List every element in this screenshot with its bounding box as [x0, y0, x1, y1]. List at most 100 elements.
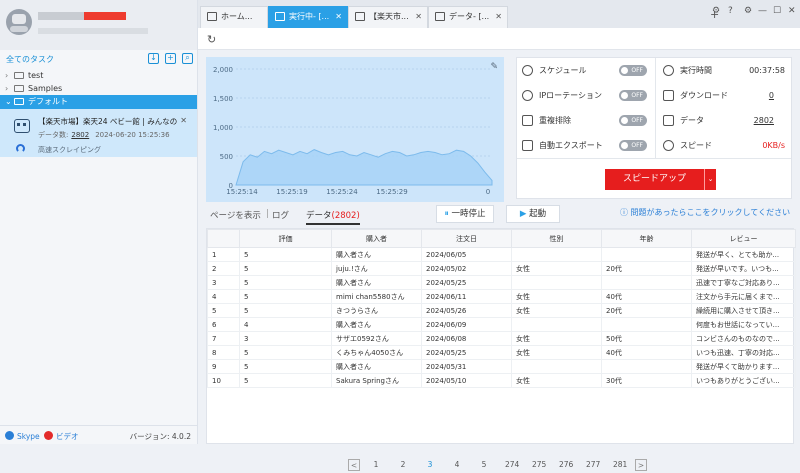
- tab-data[interactable]: データ(2802): [306, 209, 360, 225]
- task-meta: データ数: 2802 2024-06-20 15:25:36: [38, 130, 170, 140]
- help-icon[interactable]: ?: [728, 6, 733, 16]
- schedule-toggle[interactable]: OFF: [619, 65, 647, 76]
- search-task-icon[interactable]: ⌕: [182, 53, 193, 64]
- tree-item-default[interactable]: ⌄ デフォルト: [0, 95, 197, 109]
- table-cell: 女性: [511, 345, 602, 360]
- tab-running[interactable]: 実行中- [... ✕: [268, 6, 348, 28]
- robot-icon: [14, 119, 30, 133]
- table-row[interactable]: 9 5 購入者さん 2024/05/31 発送が早くて助かります...: [207, 359, 796, 374]
- column-header[interactable]: 購入者: [331, 229, 422, 248]
- chevron-down-icon[interactable]: ⌄: [705, 169, 716, 190]
- page-276[interactable]: 276: [559, 459, 573, 471]
- start-button[interactable]: ▶ 起動: [506, 205, 560, 223]
- edit-icon[interactable]: ✎: [490, 62, 498, 72]
- help-label: 問題があったらここをクリックしてください: [630, 208, 791, 217]
- tree-item-samples[interactable]: › Samples: [0, 82, 197, 95]
- table-row[interactable]: 3 5 購入者さん 2024/05/25 迅速で丁寧なご対応あり...: [207, 275, 796, 290]
- chevron-right-icon[interactable]: ›: [5, 69, 8, 82]
- table-row[interactable]: 4 5 mimi chan5580さん 2024/06/11 女性 40代 注文から手元に届…: [207, 289, 796, 304]
- table-row[interactable]: 1 5 購入者さん 2024/06/05 発送が早く、とても助か...: [207, 247, 796, 262]
- download-value[interactable]: 0: [769, 83, 774, 108]
- minimize-icon[interactable]: —: [758, 6, 767, 16]
- home-icon: [207, 12, 217, 21]
- auto-export-toggle[interactable]: OFF: [619, 140, 647, 151]
- new-task-icon[interactable]: +: [165, 53, 176, 64]
- speed-up-button[interactable]: スピードアップ: [605, 169, 705, 190]
- skype-link[interactable]: Skype: [5, 431, 40, 441]
- data-count-label: データ数:: [38, 131, 69, 139]
- schedule-label: スケジュール: [539, 66, 587, 75]
- tab-show-page[interactable]: ページを表示: [210, 209, 261, 221]
- reload-icon[interactable]: ↻: [207, 33, 216, 46]
- data-table: 評価 購入者 注文日 性別 年齢 レビュー 1 5 購入者さん 2024/06/05 発送が早く、…: [207, 229, 796, 388]
- run-time-row: 実行時間 00:37:58: [658, 58, 792, 83]
- table-row[interactable]: 10 5 Sakura Springさん 2024/05/10 女性 30代 いつもありがと…: [207, 373, 796, 388]
- maximize-icon[interactable]: ☐: [773, 6, 781, 16]
- question-icon: ⓘ: [620, 208, 631, 217]
- close-icon[interactable]: ✕: [415, 7, 422, 27]
- page-275[interactable]: 275: [532, 459, 546, 471]
- table-cell: サザエ0592さん: [331, 331, 422, 346]
- table-row[interactable]: 6 4 購入者さん 2024/06/09 何度もお世話になってい...: [207, 317, 796, 332]
- page-4[interactable]: 4: [451, 459, 463, 471]
- help-link[interactable]: ⓘ 問題があったらここをクリックしてください: [620, 207, 790, 218]
- table-row[interactable]: 5 5 きつうらさん 2024/05/26 女性 20代 繰続用に購入させて頂き...: [207, 303, 796, 318]
- dedup-toggle[interactable]: OFF: [619, 115, 647, 126]
- data-chart-icon: [663, 115, 674, 126]
- table-row[interactable]: 7 3 サザエ0592さん 2024/06/08 女性 50代 コンビさんのものなので...: [207, 331, 796, 346]
- tab-log[interactable]: ログ: [272, 209, 289, 221]
- data-value[interactable]: 2802: [754, 108, 774, 133]
- tab-rakuten[interactable]: 【楽天市... ✕: [348, 6, 428, 28]
- page-3[interactable]: 3: [424, 459, 436, 471]
- tab-home[interactable]: ホーム...: [200, 6, 268, 28]
- table-row[interactable]: 2 5 juju.!さん 2024/05/02 女性 20代 発送が早いです。いつも...: [207, 261, 796, 276]
- close-icon[interactable]: ✕: [335, 7, 342, 27]
- column-header[interactable]: 注文日: [421, 229, 512, 248]
- close-icon[interactable]: ✕: [495, 7, 502, 27]
- ip-rotation-row: IPローテーション OFF: [517, 83, 655, 108]
- next-page-button[interactable]: >: [635, 459, 647, 471]
- close-icon[interactable]: ✕: [180, 116, 187, 125]
- task-mode: 高速スクレイピング: [38, 146, 101, 154]
- main-panel: 2,000 1,500 1,000 500 0 15:25:14 15:25:19 15:25…: [198, 50, 800, 471]
- table-cell: 40代: [601, 345, 692, 360]
- video-label: ビデオ: [56, 432, 79, 441]
- page-5[interactable]: 5: [478, 459, 490, 471]
- page-2[interactable]: 2: [397, 459, 409, 471]
- table-cell: 購入者さん: [331, 247, 422, 262]
- page-281[interactable]: 281: [613, 459, 627, 471]
- column-header[interactable]: レビュー: [691, 229, 796, 248]
- pause-button[interactable]: ⏸ 一時停止: [436, 205, 494, 223]
- page-274[interactable]: 274: [505, 459, 519, 471]
- gift-icon[interactable]: ⚙: [712, 6, 720, 16]
- page-1[interactable]: 1: [370, 459, 382, 471]
- column-header[interactable]: 年齢: [601, 229, 692, 248]
- column-header[interactable]: [207, 229, 240, 248]
- close-window-icon[interactable]: ✕: [788, 6, 796, 16]
- ip-rotation-toggle[interactable]: OFF: [619, 90, 647, 101]
- prev-page-button[interactable]: <: [348, 459, 360, 471]
- table-cell: 2: [207, 261, 240, 276]
- data-count[interactable]: 2802: [71, 131, 89, 139]
- table-cell: きつうらさん: [331, 303, 422, 318]
- import-icon[interactable]: ↓: [148, 53, 159, 64]
- video-link[interactable]: ビデオ: [44, 431, 79, 442]
- table-cell: 購入者さん: [331, 317, 422, 332]
- tab-divider: |: [266, 209, 269, 219]
- column-header[interactable]: 性別: [511, 229, 602, 248]
- avatar[interactable]: [6, 9, 32, 35]
- column-header[interactable]: 評価: [239, 229, 332, 248]
- all-tasks-label[interactable]: 全てのタスク: [6, 54, 54, 65]
- download-icon: [663, 90, 674, 101]
- task-item[interactable]: 【楽天市場】楽天24 ベビー館 | みんなのレ... ✕ データ数: 2802 20…: [0, 109, 197, 157]
- chevron-right-icon[interactable]: ›: [5, 82, 8, 95]
- page-277[interactable]: 277: [586, 459, 600, 471]
- tree-item-label: Samples: [28, 84, 63, 93]
- table-row[interactable]: 8 5 くみちゃん4050さん 2024/05/25 女性 40代 いつも迅速、丁寧の対応.…: [207, 345, 796, 360]
- settings-icon[interactable]: ⚙: [744, 6, 752, 16]
- tab-label: データ- [...: [449, 12, 490, 21]
- tab-data[interactable]: データ- [... ✕: [428, 6, 508, 28]
- chevron-down-icon[interactable]: ⌄: [5, 95, 12, 108]
- tree-item-test[interactable]: › test: [0, 69, 197, 82]
- y-tick-label: 1,000: [213, 124, 233, 132]
